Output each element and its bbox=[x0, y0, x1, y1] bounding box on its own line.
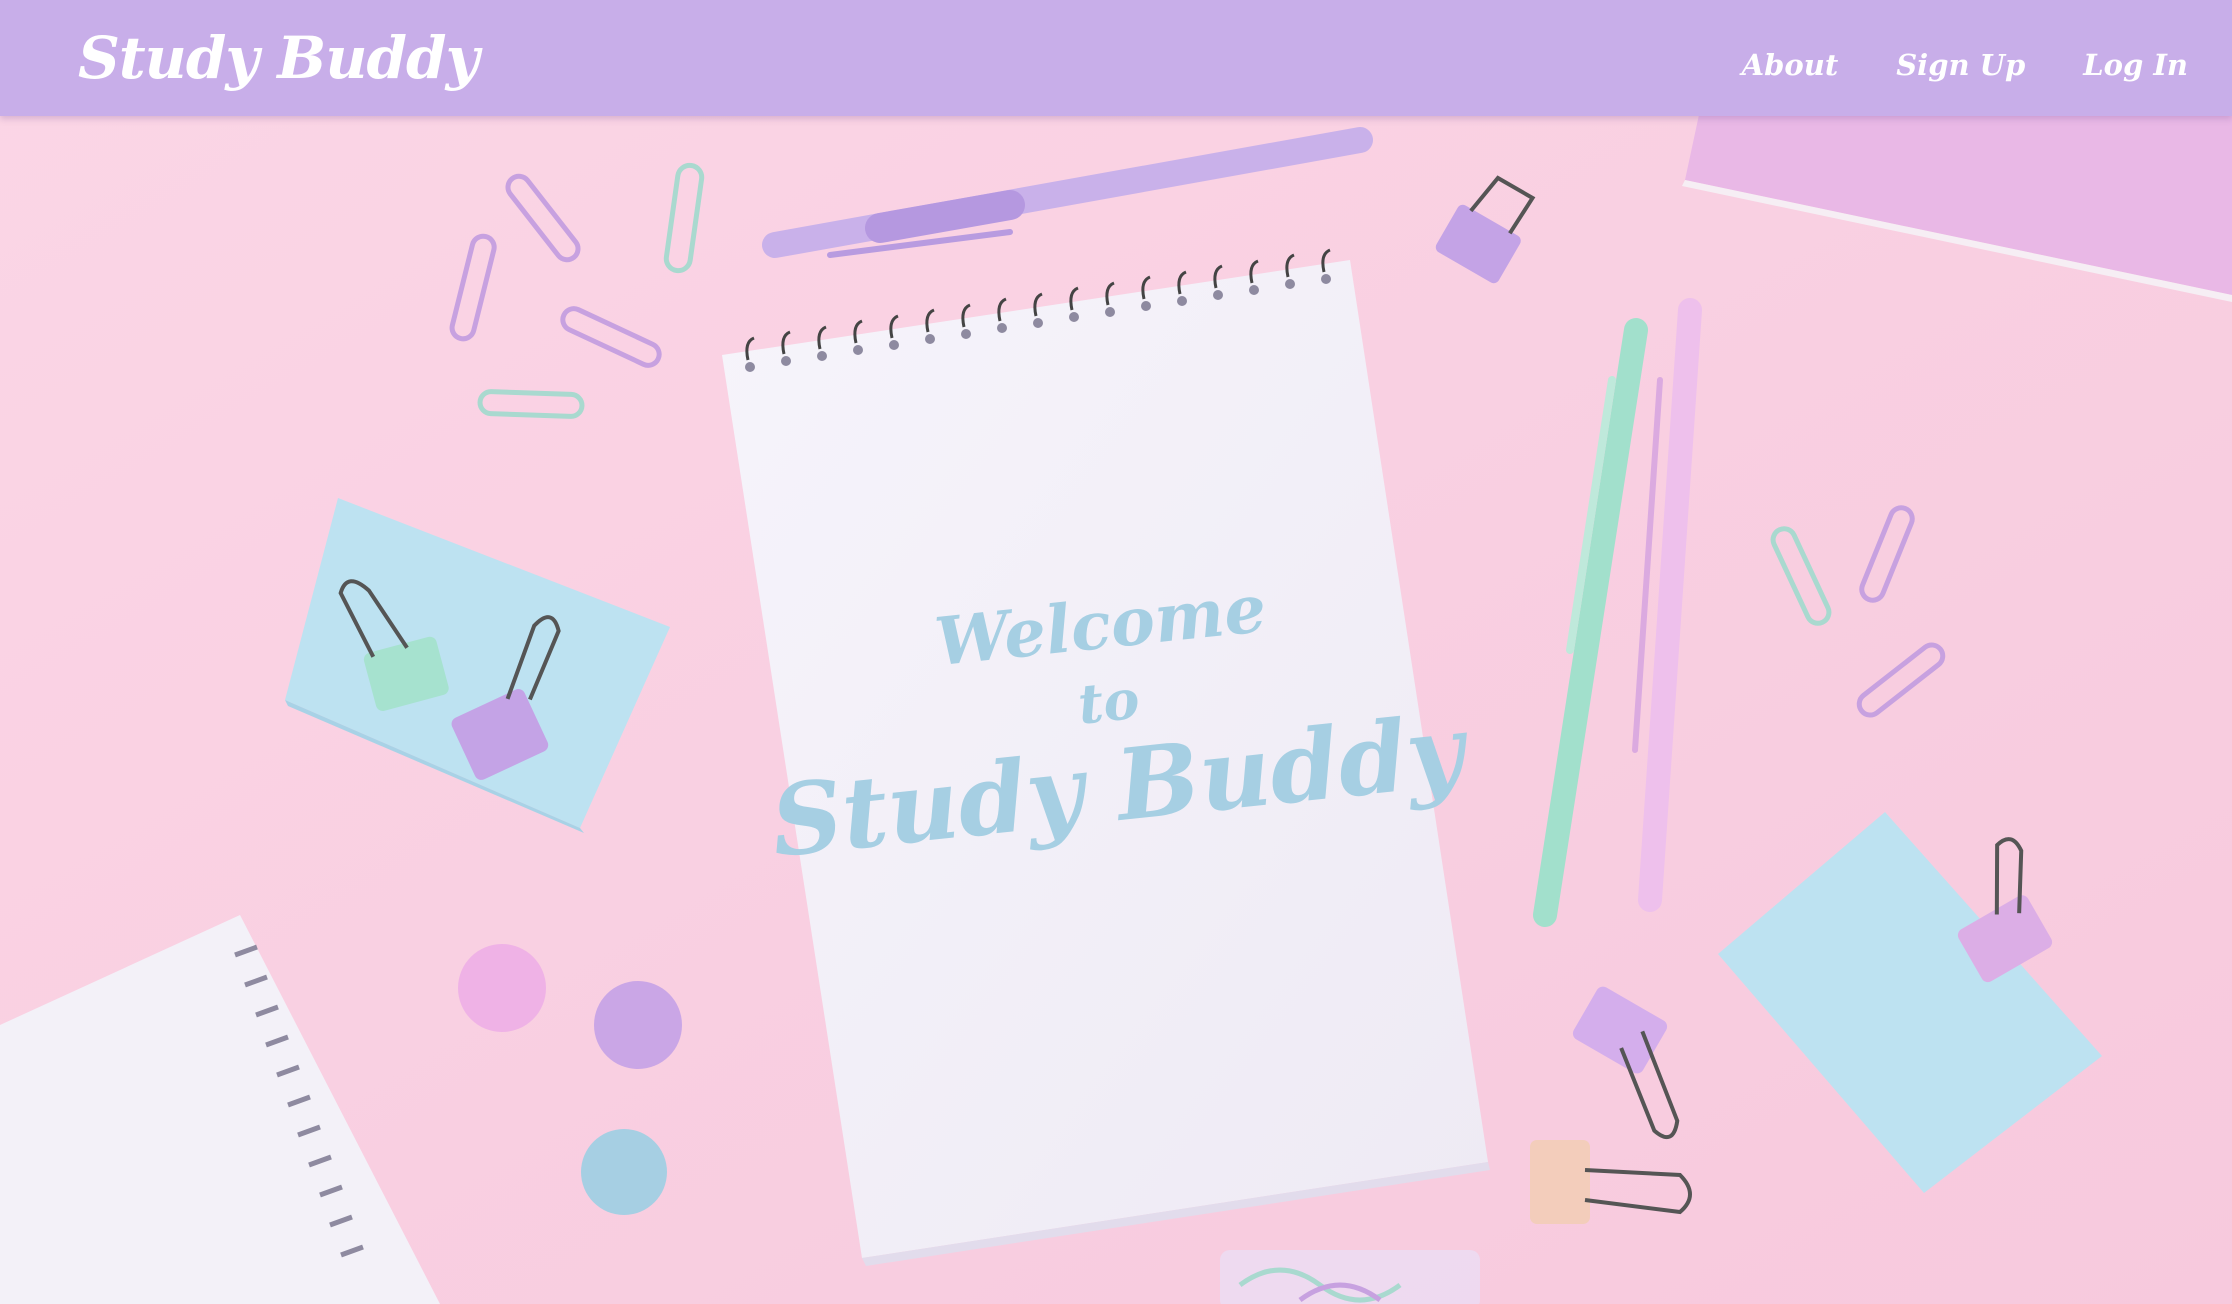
nav-link-sign-up[interactable]: Sign Up bbox=[1896, 48, 2025, 82]
nav-links: About Sign Up Log In bbox=[1742, 48, 2188, 82]
paperclip-tray bbox=[1220, 1250, 1480, 1304]
nav-link-about[interactable]: About bbox=[1742, 48, 1839, 82]
navbar: Study Buddy About Sign Up Log In bbox=[0, 0, 2232, 116]
brand-logo[interactable]: Study Buddy bbox=[78, 24, 479, 92]
nav-link-log-in[interactable]: Log In bbox=[2083, 48, 2188, 82]
background-image bbox=[0, 0, 2232, 1304]
